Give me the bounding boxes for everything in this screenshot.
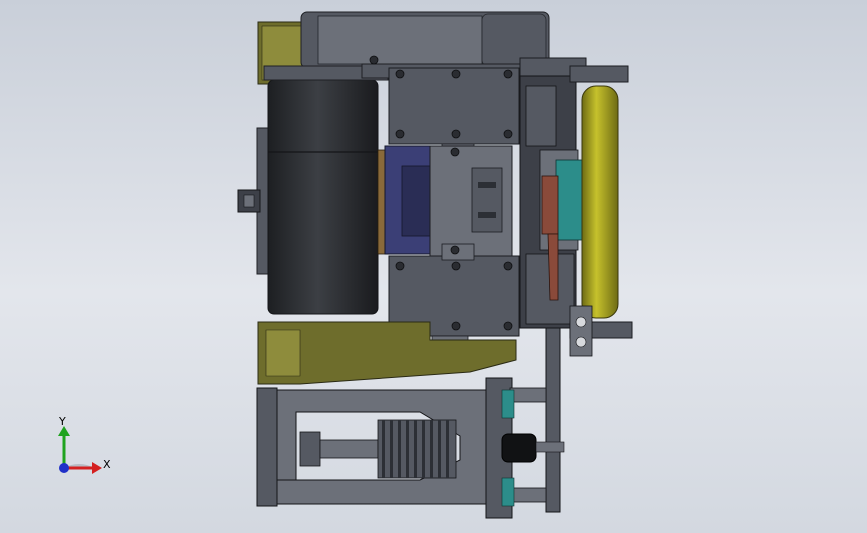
bolt — [395, 261, 405, 271]
bolt — [503, 261, 513, 271]
fin — [398, 420, 401, 478]
x-axis-label: X — [103, 458, 111, 471]
assembly-model[interactable] — [0, 0, 867, 533]
central-slider[interactable] — [429, 145, 513, 259]
bolt — [503, 321, 513, 331]
top-housing[interactable] — [300, 11, 550, 69]
bolt — [395, 129, 405, 139]
x-axis-arrowhead — [92, 462, 102, 474]
bolt — [451, 321, 461, 331]
fin — [390, 420, 393, 478]
fin — [422, 420, 425, 478]
yellow-roller[interactable] — [581, 85, 619, 319]
bolt — [451, 69, 461, 79]
bolt — [503, 69, 513, 79]
fin — [446, 420, 449, 478]
orientation-triad[interactable] — [58, 426, 102, 474]
cylinder-fins — [382, 420, 449, 478]
sensor-block[interactable] — [569, 305, 593, 357]
cylinder-piston[interactable] — [299, 419, 457, 479]
cad-viewport[interactable]: Y X — [0, 0, 867, 533]
y-axis-label: Y — [59, 415, 66, 428]
z-axis-dot — [59, 463, 69, 473]
bolt — [451, 129, 461, 139]
fin — [382, 420, 385, 478]
bolt — [450, 147, 460, 157]
bolt — [503, 129, 513, 139]
fin — [406, 420, 409, 478]
fin — [438, 420, 441, 478]
motor-cylinder[interactable] — [263, 65, 389, 315]
bolt — [450, 245, 460, 255]
fin — [414, 420, 417, 478]
bolt — [395, 69, 405, 79]
fin — [430, 420, 433, 478]
bolt — [451, 261, 461, 271]
bolt — [369, 55, 379, 65]
vertical-arm[interactable] — [545, 327, 561, 513]
